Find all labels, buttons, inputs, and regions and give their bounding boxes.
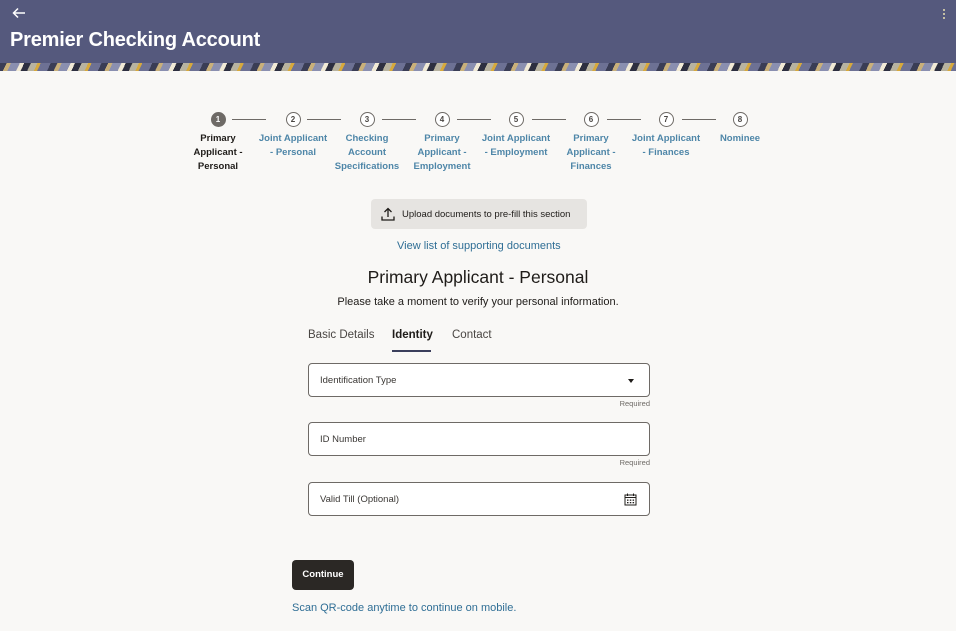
step-number: 8 — [732, 112, 748, 127]
step-primary-applicant-personal[interactable]: 1 Primary Applicant - Personal — [178, 112, 258, 174]
step-primary-applicant-finances[interactable]: 6 Primary Applicant - Finances — [551, 112, 631, 174]
supporting-documents-link[interactable]: View list of supporting documents — [397, 240, 561, 252]
active-tab-indicator — [392, 350, 431, 352]
identification-type-select[interactable]: Identification Type — [308, 363, 650, 397]
step-label: Nominee — [719, 133, 761, 144]
upload-documents-button[interactable]: Upload documents to pre-fill this sectio… — [371, 199, 587, 229]
step-number: 7 — [658, 112, 674, 127]
upload-icon — [381, 207, 395, 221]
valid-till-label: Valid Till (Optional) — [320, 494, 400, 505]
step-number: 4 — [434, 112, 450, 127]
tab-identity[interactable]: Identity — [392, 329, 433, 341]
continue-button[interactable]: Continue — [292, 560, 354, 590]
scan-qr-link[interactable]: Scan QR-code anytime to continue on mobi… — [292, 602, 516, 614]
step-number: 2 — [285, 112, 301, 127]
step-label: Joint Applicant - Employment — [481, 133, 551, 158]
upload-documents-label: Upload documents to pre-fill this sectio… — [402, 208, 571, 220]
app-header: Premier Checking Account — [0, 0, 956, 63]
back-arrow-icon[interactable] — [12, 7, 32, 25]
page-title: Premier Checking Account — [10, 29, 261, 51]
step-number: 3 — [359, 112, 375, 127]
progress-stepper: 1 Primary Applicant - Personal 2 Joint App… — [182, 112, 782, 182]
kebab-menu-icon[interactable] — [940, 9, 948, 23]
id-number-required: Required — [619, 458, 650, 467]
identification-type-required: Required — [619, 399, 650, 408]
identification-type-label: Identification Type — [320, 375, 397, 386]
step-number: 6 — [583, 112, 599, 127]
step-checking-account-specifications[interactable]: 3 Checking Account Specifications — [327, 112, 407, 174]
step-label: Primary Applicant - Personal — [193, 133, 243, 172]
dropdown-caret-icon — [628, 379, 634, 383]
decorative-banner — [0, 63, 956, 71]
section-title: Primary Applicant - Personal — [367, 267, 589, 287]
step-number: 1 — [210, 112, 226, 127]
valid-till-field[interactable]: Valid Till (Optional) — [308, 482, 650, 516]
step-joint-applicant-finances[interactable]: 7 Joint Applicant - Finances — [626, 112, 706, 160]
step-joint-applicant-employment[interactable]: 5 Joint Applicant - Employment — [476, 112, 556, 160]
step-label: Checking Account Specifications — [334, 133, 400, 172]
calendar-icon[interactable] — [624, 493, 637, 506]
step-joint-applicant-personal[interactable]: 2 Joint Applicant - Personal — [253, 112, 333, 160]
step-label: Joint Applicant - Personal — [258, 133, 328, 158]
step-label: Primary Applicant - Employment — [413, 133, 471, 172]
step-primary-applicant-employment[interactable]: 4 Primary Applicant - Employment — [402, 112, 482, 174]
tab-basic-details[interactable]: Basic Details — [308, 329, 374, 341]
step-label: Primary Applicant - Finances — [566, 133, 616, 172]
step-number: 5 — [508, 112, 524, 127]
tab-contact[interactable]: Contact — [452, 329, 492, 341]
id-number-field[interactable]: ID Number — [308, 422, 650, 456]
step-nominee[interactable]: 8 Nominee — [700, 112, 780, 146]
step-label: Joint Applicant - Finances — [631, 133, 701, 158]
id-number-label: ID Number — [320, 434, 366, 445]
section-subtitle: Please take a moment to verify your pers… — [337, 296, 619, 308]
